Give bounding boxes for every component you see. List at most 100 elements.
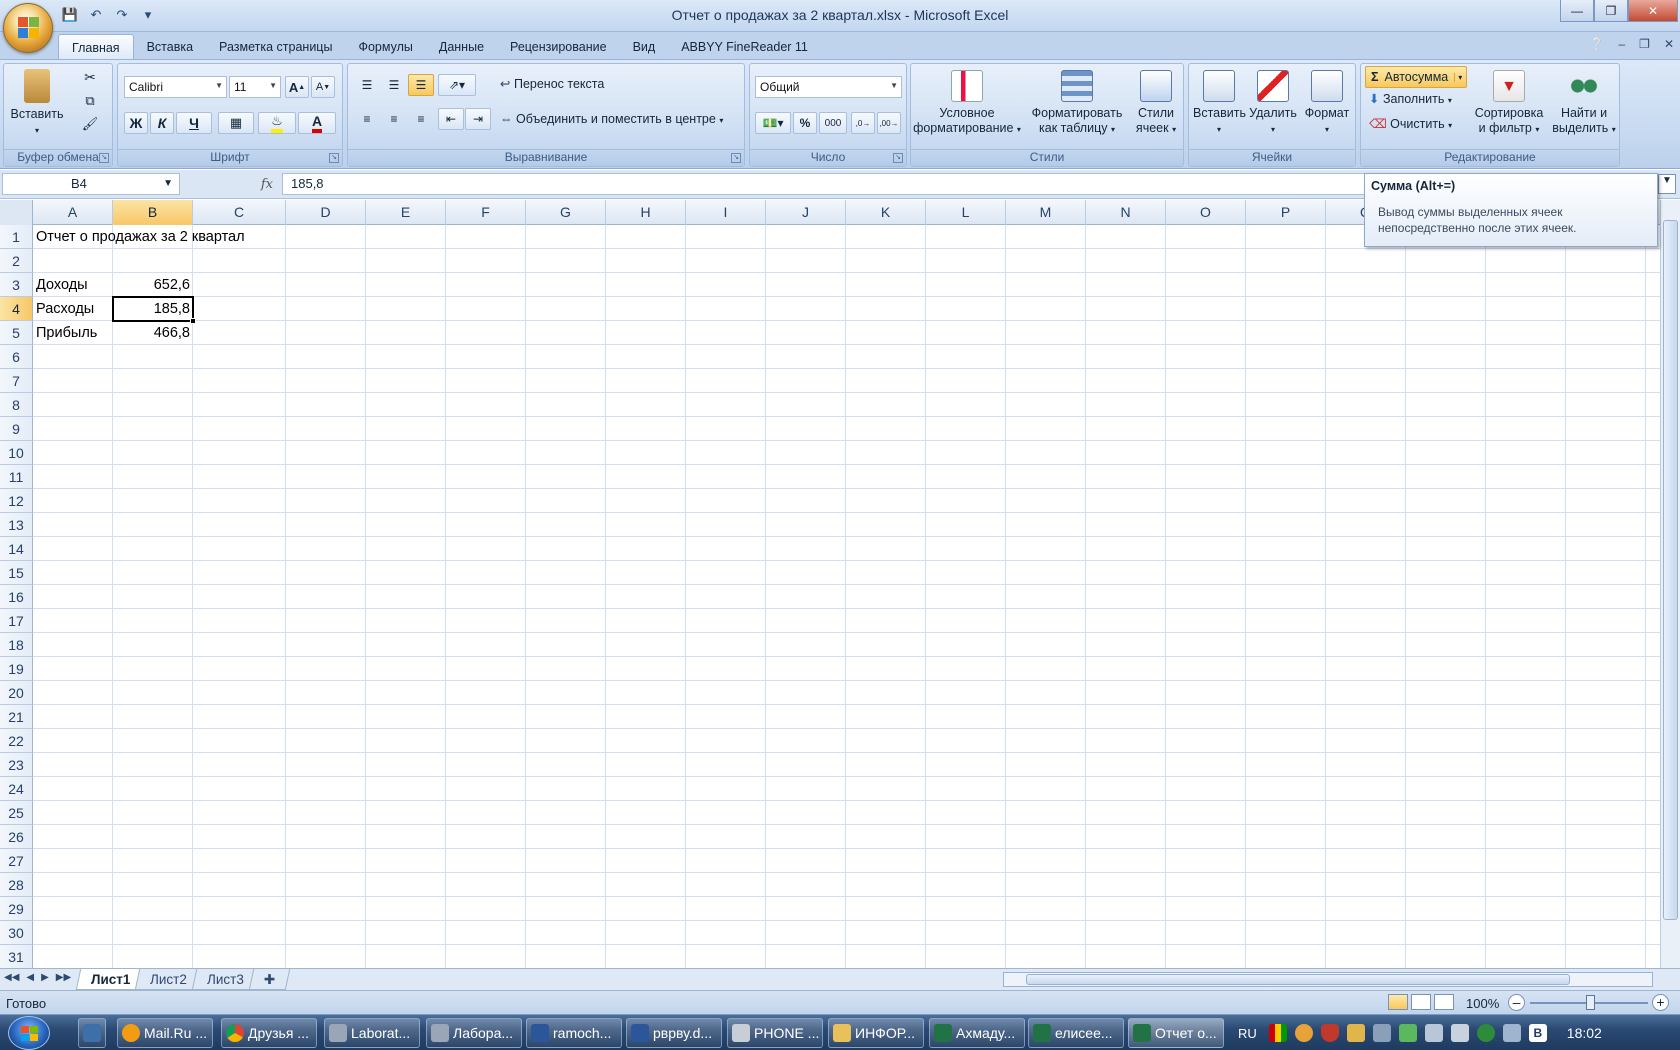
number-launcher-icon[interactable]: ↘: [893, 153, 903, 163]
column-header-h[interactable]: H: [606, 200, 686, 225]
format-cells-button[interactable]: Формат ▾: [1301, 70, 1353, 137]
row-header-9[interactable]: 9: [0, 417, 33, 441]
row-header-30[interactable]: 30: [0, 921, 33, 945]
cell-b3[interactable]: 652,6: [113, 273, 193, 297]
help-icon[interactable]: ❔: [1590, 37, 1605, 51]
tray-app-icon[interactable]: [1268, 1024, 1287, 1042]
select-all-corner[interactable]: [0, 200, 33, 225]
column-header-f[interactable]: F: [446, 200, 526, 225]
percent-button[interactable]: %: [793, 112, 817, 134]
column-header-g[interactable]: G: [526, 200, 606, 225]
normal-view-icon[interactable]: [1388, 994, 1408, 1010]
tray-pencil-icon[interactable]: [1346, 1024, 1365, 1042]
column-header-j[interactable]: J: [766, 200, 846, 225]
row-header-15[interactable]: 15: [0, 561, 33, 585]
cell-styles-button[interactable]: Стили ячеек ▾: [1131, 70, 1181, 137]
delete-cells-button[interactable]: Удалить ▾: [1247, 70, 1299, 137]
row-header-10[interactable]: 10: [0, 441, 33, 465]
media-player-taskbar[interactable]: [78, 1018, 106, 1048]
workbook-close-icon[interactable]: ✕: [1664, 37, 1674, 51]
column-header-b[interactable]: B: [113, 200, 193, 225]
cell-a5[interactable]: Прибыль: [33, 321, 113, 345]
sort-filter-button[interactable]: ▼ Сортировка и фильтр ▾: [1469, 70, 1549, 137]
row-header-13[interactable]: 13: [0, 513, 33, 537]
thousands-button[interactable]: 000: [819, 112, 847, 134]
action-center-icon[interactable]: [1450, 1024, 1469, 1042]
row-header-4[interactable]: 4: [0, 297, 33, 321]
taskbar-item-ramoch[interactable]: ramoch...: [526, 1018, 622, 1048]
increase-decimal-icon[interactable]: ,0→: [851, 112, 875, 134]
row-header-6[interactable]: 6: [0, 345, 33, 369]
tab-view[interactable]: Вид: [620, 34, 669, 60]
increase-indent-icon[interactable]: ⇥: [465, 108, 491, 130]
fill-handle[interactable]: [190, 318, 196, 324]
first-sheet-icon[interactable]: ◀◀: [4, 972, 19, 983]
align-middle-icon[interactable]: ☰: [381, 74, 407, 96]
row-header-26[interactable]: 26: [0, 825, 33, 849]
close-button[interactable]: ✕: [1628, 0, 1678, 22]
align-center-icon[interactable]: ≡: [381, 108, 407, 130]
column-header-k[interactable]: K: [846, 200, 926, 225]
font-launcher-icon[interactable]: ↘: [329, 153, 339, 163]
cell-b5[interactable]: 466,8: [113, 321, 193, 345]
taskbar-item-mailru[interactable]: Mail.Ru ...: [117, 1018, 213, 1048]
tray-b-icon[interactable]: B: [1528, 1024, 1547, 1042]
alignment-launcher-icon[interactable]: ↘: [731, 153, 741, 163]
column-header-n[interactable]: N: [1086, 200, 1166, 225]
row-header-3[interactable]: 3: [0, 273, 33, 297]
row-header-21[interactable]: 21: [0, 705, 33, 729]
grow-font-button[interactable]: A ▲: [285, 76, 309, 98]
align-left-icon[interactable]: ≡: [354, 108, 380, 130]
tray-power-icon[interactable]: [1398, 1024, 1417, 1042]
bold-button[interactable]: Ж: [124, 112, 148, 134]
taskbar-item-akhmadu[interactable]: Ахмаду...: [929, 1018, 1025, 1048]
taskbar-item-elisee[interactable]: елисее...: [1028, 1018, 1124, 1048]
volume-icon[interactable]: [1424, 1024, 1443, 1042]
taskbar-item-chrome[interactable]: Друзья ...: [221, 1018, 317, 1048]
zoom-in-icon[interactable]: +: [1652, 994, 1669, 1011]
language-indicator[interactable]: RU: [1238, 1026, 1257, 1041]
insert-function-icon[interactable]: fx: [261, 177, 273, 192]
column-header-p[interactable]: P: [1246, 200, 1326, 225]
name-box[interactable]: B4 ▼: [2, 173, 180, 195]
tab-formulas[interactable]: Формулы: [345, 34, 425, 60]
taskbar-item-report[interactable]: Отчет о...: [1128, 1018, 1224, 1048]
font-name-combo[interactable]: Calibri ▼: [124, 76, 227, 98]
tab-page-layout[interactable]: Разметка страницы: [206, 34, 345, 60]
zoom-slider-thumb[interactable]: [1586, 995, 1595, 1010]
vertical-scrollbar[interactable]: [1660, 200, 1680, 968]
merge-center-button[interactable]: ⇔ Объединить и поместить в центре ▾: [500, 112, 723, 128]
row-header-7[interactable]: 7: [0, 369, 33, 393]
paste-button[interactable]: Вставить ▾: [9, 69, 65, 138]
align-right-icon[interactable]: ≡: [408, 108, 434, 130]
row-header-18[interactable]: 18: [0, 633, 33, 657]
row-header-11[interactable]: 11: [0, 465, 33, 489]
format-as-table-button[interactable]: Форматировать как таблицу ▾: [1027, 70, 1127, 137]
cell-a4[interactable]: Расходы: [33, 297, 113, 321]
tab-review[interactable]: Рецензирование: [497, 34, 620, 60]
font-color-button[interactable]: A: [298, 112, 336, 134]
row-header-14[interactable]: 14: [0, 537, 33, 561]
copy-icon[interactable]: ⧉: [80, 93, 100, 108]
conditional-formatting-button[interactable]: Условное форматирование ▾: [913, 70, 1021, 137]
row-header-20[interactable]: 20: [0, 681, 33, 705]
tab-data[interactable]: Данные: [426, 34, 497, 60]
column-header-l[interactable]: L: [926, 200, 1006, 225]
column-header-a[interactable]: A: [33, 200, 113, 225]
row-header-12[interactable]: 12: [0, 489, 33, 513]
taskbar-item-infor[interactable]: ИНФОР...: [828, 1018, 924, 1048]
font-size-combo[interactable]: 11 ▼: [229, 76, 281, 98]
column-header-d[interactable]: D: [286, 200, 366, 225]
shrink-font-button[interactable]: A ▼: [311, 76, 335, 98]
vertical-scroll-thumb[interactable]: [1663, 220, 1678, 920]
zoom-out-icon[interactable]: –: [1508, 994, 1525, 1011]
fill-color-button[interactable]: ♨: [258, 112, 296, 134]
row-header-25[interactable]: 25: [0, 801, 33, 825]
taskbar-item-labora[interactable]: Лабора...: [426, 1018, 522, 1048]
row-header-27[interactable]: 27: [0, 849, 33, 873]
cell-a3[interactable]: Доходы: [33, 273, 113, 297]
workbook-minimize-icon[interactable]: –: [1618, 37, 1625, 51]
restore-button[interactable]: ❐: [1594, 0, 1628, 22]
zoom-level[interactable]: 100%: [1466, 996, 1499, 1011]
row-header-5[interactable]: 5: [0, 321, 33, 345]
